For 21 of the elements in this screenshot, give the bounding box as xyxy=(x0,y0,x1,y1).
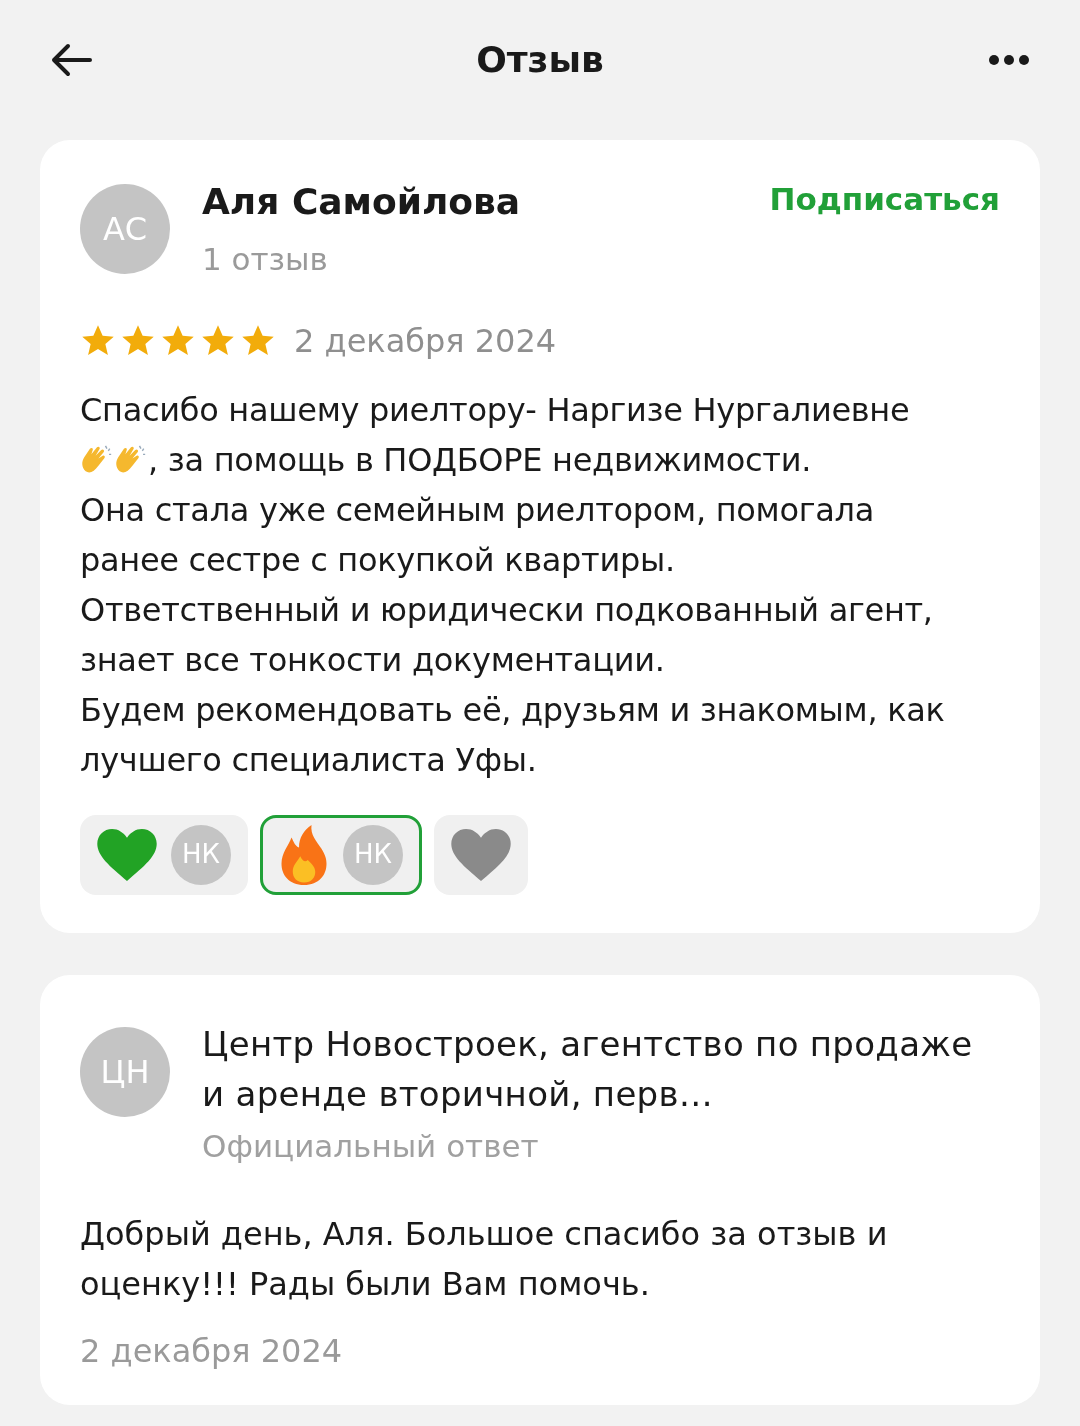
author-name[interactable]: Аля Самойлова xyxy=(202,180,770,224)
review-date: 2 декабря 2024 xyxy=(294,320,557,362)
avatar: НК xyxy=(171,824,231,885)
company-name[interactable]: Центр Новостроек, агентство по продаже и аренде вторичной, перв… xyxy=(202,1018,1000,1119)
reaction-chip[interactable]: НК xyxy=(260,814,422,895)
review-text: Она стала уже семейным риелтором, помогала ранее сестре с покупкой квартиры. Ответственный и юридически подкованный агент, знает все тонкости документации. Будем рекомендовать её, друзьям и знакомым, как лучшего специалиста Уфы. xyxy=(80,489,946,781)
page-title: Отзыв xyxy=(476,38,604,82)
answer-text: Добрый день, Аля. Большое спасибо за отзыв и оценку!!! Рады были Вам помочь. xyxy=(80,1214,889,1305)
reaction-chip[interactable]: НК xyxy=(80,814,248,895)
review-text: , за помощь в ПОДБОРЕ недвижимости. xyxy=(148,439,812,481)
more-icon[interactable] xyxy=(988,54,1030,66)
answer-date: 2 декабря 2024 xyxy=(80,1331,344,1372)
reaction-chip[interactable] xyxy=(434,814,528,895)
review-text: Спасибо нашему риелтору- Наргизе Нургалиевне xyxy=(80,389,910,431)
avatar: ЦН xyxy=(80,1026,170,1117)
subscribe-link[interactable]: Подписаться xyxy=(769,176,1000,223)
review-count: 1 отзыв xyxy=(202,240,329,279)
official-answer-label: Официальный ответ xyxy=(202,1126,540,1166)
avatar: НК xyxy=(343,824,403,885)
avatar: АС xyxy=(80,184,170,274)
back-arrow-icon[interactable] xyxy=(50,43,92,77)
